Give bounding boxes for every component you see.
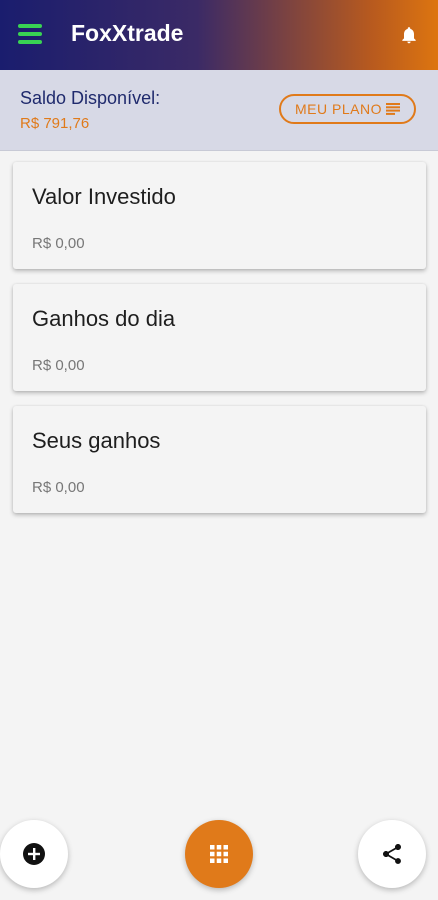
card-invested-value[interactable]: Valor Investido R$ 0,00 [13,162,426,269]
bell-icon [402,27,416,44]
add-circle-icon [23,843,45,865]
card-daily-earnings[interactable]: Ganhos do dia R$ 0,00 [13,284,426,391]
my-plan-button[interactable]: MEU PLANO [279,94,416,124]
card-value: R$ 0,00 [32,479,85,496]
balance-label: Saldo Disponível: [20,88,161,108]
card-your-earnings[interactable]: Seus ganhos R$ 0,00 [13,406,426,513]
menu-button[interactable] [18,24,44,46]
add-button[interactable] [0,820,68,888]
balance-value: R$ 791,76 [20,115,90,132]
card-value: R$ 0,00 [32,235,85,252]
card-title: Ganhos do dia [32,306,176,331]
card-title: Valor Investido [32,184,176,209]
card-title: Seus ganhos [32,428,161,453]
menu-icon [18,24,44,44]
app-title: FoxXtrade [71,20,184,46]
apps-grid-icon [210,845,228,863]
apps-button[interactable] [185,820,253,888]
notifications-button[interactable] [399,24,419,46]
card-value: R$ 0,00 [32,357,85,374]
app-bar: FoxXtrade [0,0,438,70]
share-button[interactable] [358,820,426,888]
share-icon [383,844,401,864]
my-plan-label: MEU PLANO [295,101,382,117]
list-icon [385,103,400,115]
balance-bar: Saldo Disponível: R$ 791,76 MEU PLANO [0,70,438,151]
